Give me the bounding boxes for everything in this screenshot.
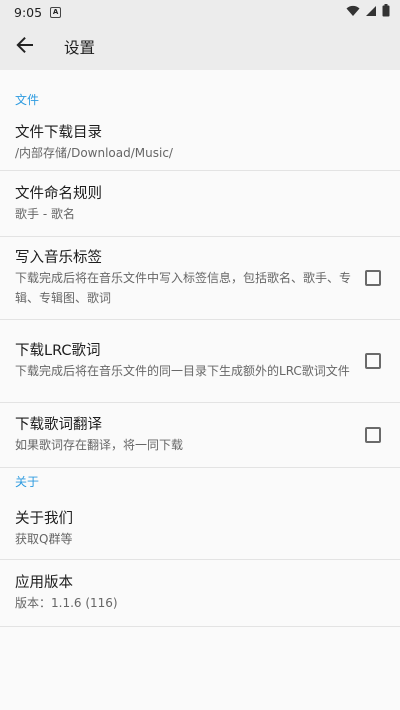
section-header-file: 文件 (15, 93, 40, 107)
page-title: 设置 (64, 39, 96, 57)
pref-title: 下载LRC歌词 (15, 343, 101, 359)
status-icons (346, 4, 390, 20)
pref-summary: 歌手 - 歌名 (15, 206, 75, 221)
download-lrc-checkbox[interactable] (365, 353, 381, 369)
signal-icon (365, 5, 377, 20)
write-tags-checkbox[interactable] (365, 270, 381, 286)
status-bar: 9:05 A (0, 0, 400, 24)
pref-app-version[interactable]: 应用版本 版本：1.1.6 (116) (0, 560, 400, 627)
notification-icon: A (50, 6, 62, 18)
pref-title: 关于我们 (15, 510, 73, 527)
section-header-about: 关于 (0, 467, 400, 498)
pref-summary: 获取Q群等 (15, 531, 73, 546)
arrow-back-icon (16, 36, 34, 58)
pref-title: 应用版本 (15, 575, 73, 591)
pref-naming-rule[interactable]: 文件命名规则 歌手 - 歌名 (0, 171, 400, 237)
pref-download-lrc[interactable]: 下载LRC歌词 下载完成后将在音乐文件的同一目录下生成额外的LRC歌词文件 (0, 320, 400, 403)
pref-title: 文件命名规则 (15, 185, 102, 202)
settings-list: 文件 文件下载目录 /内部存储/Download/Music/ 文件命名规则 歌… (0, 70, 400, 627)
pref-download-dir[interactable]: 文件下载目录 /内部存储/Download/Music/ (0, 116, 400, 171)
status-time: 9:05 (14, 4, 43, 20)
pref-summary: 如果歌词存在翻译，将一同下载 (15, 438, 184, 452)
pref-summary: 下载完成后将在音乐文件的同一目录下生成额外的LRC歌词文件 (15, 364, 350, 378)
pref-download-translation[interactable]: 下载歌词翻译 如果歌词存在翻译，将一同下载 (0, 403, 400, 467)
back-button[interactable] (0, 24, 50, 70)
pref-title: 写入音乐标签 (15, 250, 102, 266)
pref-title: 文件下载目录 (15, 125, 102, 141)
pref-write-tags[interactable]: 写入音乐标签 下载完成后将在音乐文件中写入标签信息，包括歌名、歌手、专辑、专辑图… (0, 237, 400, 320)
pref-title: 下载歌词翻译 (15, 417, 102, 433)
download-translation-checkbox[interactable] (365, 427, 381, 443)
pref-summary: 下载完成后将在音乐文件中写入标签信息，包括歌名、歌手、专辑、专辑图、歌词 (15, 271, 352, 305)
pref-about-us[interactable]: 关于我们 获取Q群等 (0, 498, 400, 560)
pref-summary: /内部存储/Download/Music/ (15, 146, 173, 160)
pref-summary: 版本：1.1.6 (116) (15, 596, 118, 610)
battery-icon (382, 4, 390, 20)
toolbar: 设置 (0, 24, 400, 70)
wifi-icon (346, 5, 360, 20)
